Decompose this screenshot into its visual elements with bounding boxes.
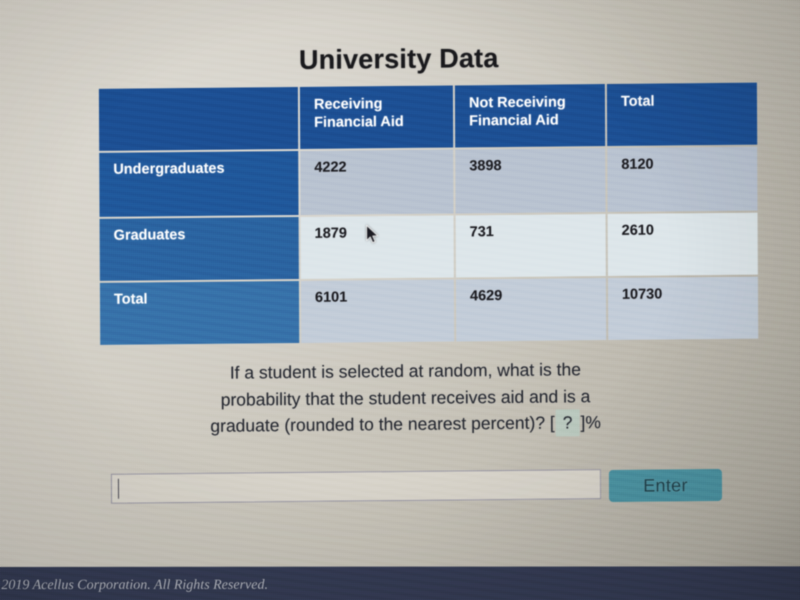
university-data-table: Receiving Financial Aid Not Receiving Fi… bbox=[97, 81, 760, 347]
table-row: Undergraduates 4222 3898 8120 bbox=[99, 146, 758, 217]
row-label-undergraduates: Undergraduates bbox=[99, 150, 299, 217]
header-line-2: Financial Aid bbox=[314, 114, 404, 132]
answer-blank-placeholder: ? bbox=[555, 409, 580, 437]
table-header-row: Receiving Financial Aid Not Receiving Fi… bbox=[98, 82, 758, 151]
cell-graduates-receiving: 1879 bbox=[300, 215, 454, 279]
quiz-screen: University Data Receiving Financial Aid … bbox=[0, 0, 800, 600]
answer-input[interactable] bbox=[110, 469, 602, 504]
answer-blank-open: [ bbox=[549, 412, 555, 433]
table-row: Graduates 1879 731 2610 bbox=[99, 212, 758, 281]
monitor-photo: University Data Receiving Financial Aid … bbox=[0, 0, 800, 600]
question-line-3: graduate (rounded to the nearest percent… bbox=[210, 412, 546, 437]
table-header-total: Total bbox=[606, 82, 758, 147]
table-header-corner bbox=[98, 86, 299, 151]
footer-bar: 2019 Acellus Corporation. All Rights Res… bbox=[0, 566, 800, 600]
copyright-text: 2019 Acellus Corporation. All Rights Res… bbox=[1, 577, 268, 594]
row-label-graduates: Graduates bbox=[99, 216, 299, 281]
table-header-receiving-aid: Receiving Financial Aid bbox=[299, 85, 454, 149]
question-line-2: probability that the student receives ai… bbox=[220, 385, 591, 410]
table-header-not-receiving-aid: Not Receiving Financial Aid bbox=[454, 84, 606, 148]
percent-sign: % bbox=[585, 412, 601, 433]
page-title: University Data bbox=[298, 43, 499, 75]
row-label-total: Total bbox=[99, 280, 300, 345]
question-text: If a student is selected at random, what… bbox=[120, 355, 690, 440]
cell-undergraduates-receiving: 4222 bbox=[300, 149, 454, 215]
enter-button[interactable]: Enter bbox=[608, 468, 723, 503]
cell-undergraduates-not-receiving: 3898 bbox=[455, 148, 606, 214]
table-row: Total 6101 4629 10730 bbox=[99, 276, 759, 345]
cell-total-not-receiving: 4629 bbox=[455, 278, 607, 342]
cell-graduates-not-receiving: 731 bbox=[455, 214, 606, 278]
header-line-1: Receiving bbox=[313, 96, 383, 113]
question-line-1: If a student is selected at random, what… bbox=[229, 359, 581, 383]
header-line-2: Financial Aid bbox=[469, 112, 559, 130]
cell-graduates-total: 2610 bbox=[607, 212, 758, 277]
header-line-1: Not Receiving bbox=[468, 94, 566, 112]
cell-undergraduates-total: 8120 bbox=[607, 146, 758, 213]
header-line-1: Total bbox=[620, 93, 655, 110]
text-caret bbox=[117, 478, 120, 499]
cell-total-receiving: 6101 bbox=[300, 279, 455, 343]
cell-total-total: 10730 bbox=[607, 276, 759, 341]
